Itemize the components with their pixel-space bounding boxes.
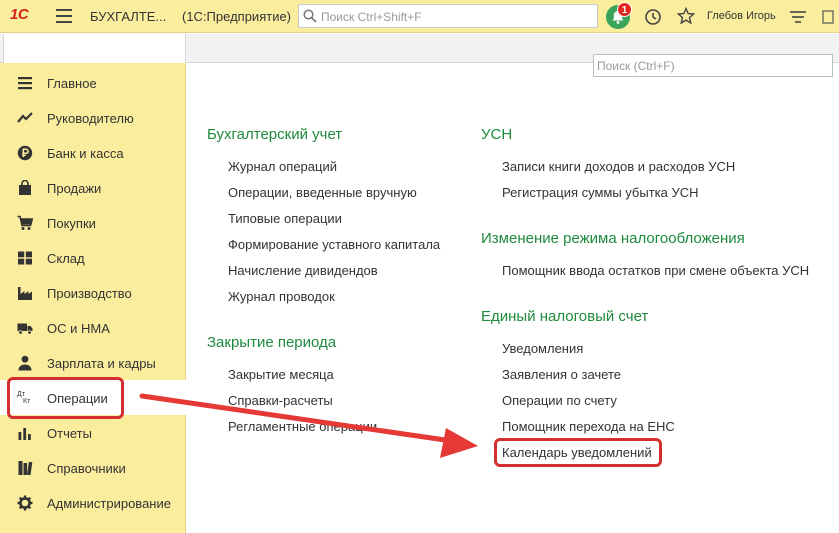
app-platform-label: (1С:Предприятие) <box>182 9 292 24</box>
link-usn-loss[interactable]: Регистрация суммы убытка УСН <box>502 185 699 200</box>
sidebar-item-main[interactable]: Главное <box>0 65 186 100</box>
history-icon[interactable] <box>644 8 662 26</box>
sidebar-item-director[interactable]: Руководителю <box>0 100 186 135</box>
link-manual-operations[interactable]: Операции, введенные вручную <box>228 185 417 200</box>
sidebar-item-label: Администрирование <box>47 496 171 511</box>
link-dividends[interactable]: Начисление дивидендов <box>228 263 378 278</box>
truck-icon <box>17 323 33 335</box>
link-regulatory-operations[interactable]: Регламентные операции <box>228 419 377 434</box>
link-balance-entry-assistant[interactable]: Помощник ввода остатков при смене объект… <box>502 263 809 278</box>
shopping-bag-icon <box>19 180 31 195</box>
link-offset-applications[interactable]: Заявления о зачете <box>502 367 621 382</box>
app-logo: 1С <box>10 6 29 23</box>
section-title-usn: УСН <box>481 126 513 143</box>
sidebar-item-label: Отчеты <box>47 426 92 441</box>
home-tab[interactable] <box>3 34 186 63</box>
top-bar: 1С БУХГАЛТЕ... (1С:Предприятие) 1 Глебов… <box>0 0 839 33</box>
section-title-accounting: Бухгалтерский учет <box>207 126 343 143</box>
link-standard-operations[interactable]: Типовые операции <box>228 211 342 226</box>
sidebar-item-label: Производство <box>47 286 132 301</box>
more-menu-icon[interactable] <box>820 9 834 25</box>
link-entries-journal[interactable]: Журнал проводок <box>228 289 335 304</box>
main-menu-button[interactable] <box>56 9 72 23</box>
sidebar-item-label: Главное <box>47 76 97 91</box>
section-title-tax-regime-change: Изменение режима налогообложения <box>481 230 745 247</box>
global-search[interactable] <box>298 4 598 28</box>
settings-sliders-icon[interactable] <box>789 9 807 25</box>
sidebar-item-fixed-assets[interactable]: ОС и НМА <box>0 310 186 345</box>
section-search-input[interactable] <box>597 58 829 74</box>
books-icon <box>18 461 33 476</box>
sidebar-item-admin[interactable]: Администрирование <box>0 485 186 520</box>
notifications-count-badge: 1 <box>617 2 632 17</box>
cart-icon <box>17 215 33 230</box>
gear-icon <box>17 495 33 511</box>
section-title-single-tax-account: Единый налоговый счет <box>481 308 649 325</box>
highlight-notifications-calendar <box>494 438 662 467</box>
trend-icon <box>17 112 33 123</box>
sidebar-item-sales[interactable]: Продажи <box>0 170 186 205</box>
search-icon <box>303 9 317 23</box>
bar-chart-icon <box>18 428 31 440</box>
sections-panel: Главное Руководителю Банк и касса Продаж… <box>0 63 186 533</box>
sidebar-item-salary[interactable]: Зарплата и кадры <box>0 345 186 380</box>
section-search[interactable] <box>593 54 833 77</box>
favorites-star-icon[interactable] <box>677 7 695 25</box>
link-notifications[interactable]: Уведомления <box>502 341 583 356</box>
app-title: БУХГАЛТЕ... <box>90 9 167 24</box>
warehouse-grid-icon <box>18 251 32 265</box>
sidebar-item-reports[interactable]: Отчеты <box>0 415 186 450</box>
factory-icon <box>18 287 32 300</box>
sidebar-item-label: ОС и НМА <box>47 321 110 336</box>
link-authorized-capital[interactable]: Формирование уставного капитала <box>228 237 440 252</box>
current-user[interactable]: Глебов Игорь <box>707 10 776 22</box>
sidebar-item-purchases[interactable]: Покупки <box>0 205 186 240</box>
link-usn-income-book[interactable]: Записи книги доходов и расходов УСН <box>502 159 735 174</box>
sidebar-item-catalogs[interactable]: Справочники <box>0 450 186 485</box>
sidebar-item-label: Продажи <box>47 181 102 196</box>
sidebar-item-label: Банк и касса <box>47 146 124 161</box>
sidebar-item-bank[interactable]: Банк и касса <box>0 135 186 170</box>
sidebar-item-label: Справочники <box>47 461 126 476</box>
link-operations-journal[interactable]: Журнал операций <box>228 159 337 174</box>
link-ens-transition-assistant[interactable]: Помощник перехода на ЕНС <box>502 419 675 434</box>
highlight-operations <box>7 377 124 419</box>
sidebar-item-label: Руководителю <box>47 111 134 126</box>
menu-lines-icon <box>18 77 32 90</box>
link-calculation-certificates[interactable]: Справки-расчеты <box>228 393 333 408</box>
link-account-operations[interactable]: Операции по счету <box>502 393 617 408</box>
global-search-input[interactable] <box>321 8 591 25</box>
section-title-period-closing: Закрытие периода <box>207 334 337 351</box>
link-month-closing[interactable]: Закрытие месяца <box>228 367 334 382</box>
sidebar-item-label: Склад <box>47 251 85 266</box>
sidebar-item-warehouse[interactable]: Склад <box>0 240 186 275</box>
sidebar-item-production[interactable]: Производство <box>0 275 186 310</box>
ruble-coin-icon <box>17 145 33 161</box>
person-icon <box>18 355 32 371</box>
sidebar-item-label: Покупки <box>47 216 96 231</box>
sidebar-item-label: Зарплата и кадры <box>47 356 156 371</box>
